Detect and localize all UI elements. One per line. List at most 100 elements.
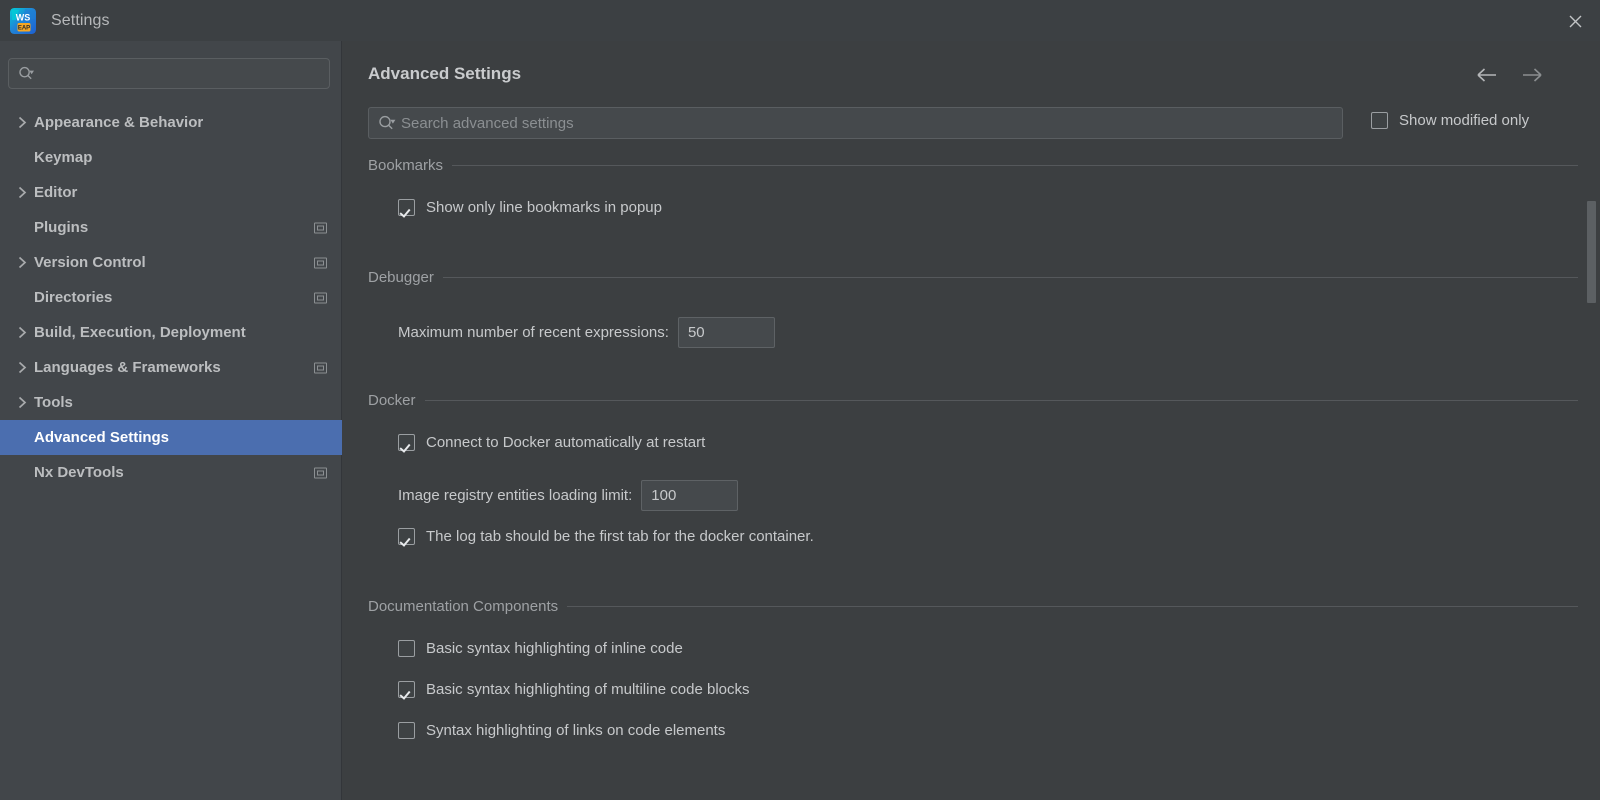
content-scrollbar-thumb[interactable] bbox=[1587, 201, 1596, 303]
non-project-settings-icon bbox=[314, 292, 327, 303]
content-scrollbar[interactable] bbox=[1587, 157, 1596, 800]
svg-text:EAP: EAP bbox=[18, 25, 30, 31]
navigation-arrows bbox=[1476, 64, 1543, 86]
setting-checkbox[interactable] bbox=[398, 199, 415, 216]
arrow-left-icon[interactable] bbox=[1476, 64, 1498, 86]
section-divider bbox=[424, 400, 1578, 401]
sidebar-item-label: Editor bbox=[34, 184, 78, 201]
sidebar-item-version-control[interactable]: Version Control bbox=[0, 245, 342, 280]
settings-section: Documentation Components Basic syntax hig… bbox=[343, 598, 1600, 739]
setting-label: Maximum number of recent expressions: bbox=[398, 324, 669, 341]
setting-checkbox-row[interactable]: Connect to Docker automatically at resta… bbox=[343, 434, 705, 451]
sidebar-item-languages-frameworks[interactable]: Languages & Frameworks bbox=[0, 350, 342, 385]
arrow-right-icon[interactable] bbox=[1521, 64, 1543, 86]
settings-tree: Appearance & Behavior Keymap Editor Plugins… bbox=[0, 105, 342, 490]
setting-label: The log tab should be the first tab for … bbox=[426, 528, 814, 545]
settings-content: Bookmarks Show only line bookmarks in pop… bbox=[343, 157, 1600, 800]
search-icon bbox=[18, 66, 35, 81]
setting-spinner-input[interactable] bbox=[642, 481, 738, 510]
setting-checkbox[interactable] bbox=[398, 681, 415, 698]
setting-checkbox-row[interactable]: Syntax highlighting of links on code ele… bbox=[343, 722, 725, 739]
setting-checkbox[interactable] bbox=[398, 640, 415, 657]
page-title: Advanced Settings bbox=[368, 64, 522, 83]
svg-text:WS: WS bbox=[16, 12, 31, 22]
chevron-right-icon[interactable] bbox=[10, 256, 34, 269]
section-header: Docker bbox=[343, 392, 1600, 409]
non-project-settings-icon bbox=[314, 222, 327, 233]
non-project-settings-icon bbox=[314, 467, 327, 478]
close-icon[interactable] bbox=[1562, 8, 1588, 34]
setting-checkbox-row[interactable]: Show only line bookmarks in popup bbox=[343, 199, 662, 216]
sidebar-item-nx-devtools[interactable]: Nx DevTools bbox=[0, 455, 342, 490]
setting-checkbox[interactable] bbox=[398, 434, 415, 451]
sidebar-item-keymap[interactable]: Keymap bbox=[0, 140, 342, 175]
sidebar-item-advanced-settings[interactable]: Advanced Settings bbox=[0, 420, 342, 455]
sidebar-item-tools[interactable]: Tools bbox=[0, 385, 342, 420]
setting-spinner[interactable] bbox=[677, 317, 775, 348]
chevron-right-icon[interactable] bbox=[10, 361, 34, 374]
section-header: Bookmarks bbox=[343, 157, 1600, 174]
chevron-right-icon[interactable] bbox=[10, 186, 34, 199]
main-panel: Advanced Settings Search advanced settin… bbox=[343, 41, 1600, 800]
sidebar-item-directories[interactable]: Directories bbox=[0, 280, 342, 315]
sidebar-item-label: Advanced Settings bbox=[34, 429, 170, 446]
advanced-search-input[interactable] bbox=[397, 108, 1342, 138]
section-divider bbox=[452, 165, 1578, 166]
chevron-right-icon[interactable] bbox=[10, 396, 34, 409]
settings-window: WS EAP Settings Appearance & Behavior Ke… bbox=[0, 0, 1600, 800]
section-divider bbox=[567, 606, 1578, 607]
chevron-right-icon[interactable] bbox=[10, 326, 34, 339]
sidebar-search-input[interactable] bbox=[35, 59, 329, 88]
advanced-search-field[interactable] bbox=[368, 107, 1343, 139]
sidebar-item-appearance-behavior[interactable]: Appearance & Behavior bbox=[0, 105, 342, 140]
section-title: Debugger bbox=[368, 269, 434, 286]
title-bar: WS EAP Settings bbox=[0, 0, 1600, 41]
sidebar-item-label: Build, Execution, Deployment bbox=[34, 324, 246, 341]
webstorm-eap-icon-svg: WS EAP bbox=[10, 7, 36, 34]
setting-checkbox-row[interactable]: Basic syntax highlighting of inline code bbox=[343, 640, 683, 657]
sidebar-search-field[interactable] bbox=[8, 58, 330, 89]
setting-label: Image registry entities loading limit: bbox=[398, 487, 633, 504]
setting-checkbox[interactable] bbox=[398, 528, 415, 545]
sidebar-item-label: Tools bbox=[34, 394, 73, 411]
setting-label: Basic syntax highlighting of inline code bbox=[426, 640, 683, 657]
setting-label: Basic syntax highlighting of multiline c… bbox=[426, 681, 750, 698]
sidebar-item-label: Nx DevTools bbox=[34, 464, 124, 481]
search-icon bbox=[378, 115, 397, 131]
settings-section: Debugger Maximum number of recent express… bbox=[343, 269, 1600, 348]
search-icon-svg bbox=[19, 66, 34, 80]
show-modified-only-toggle[interactable]: Show modified only bbox=[1371, 112, 1529, 129]
setting-label: Syntax highlighting of links on code ele… bbox=[426, 722, 726, 739]
setting-spinner-input[interactable] bbox=[678, 318, 774, 347]
section-title: Documentation Components bbox=[368, 598, 559, 615]
non-project-settings-icon bbox=[314, 257, 327, 268]
setting-checkbox-row[interactable]: The log tab should be the first tab for … bbox=[343, 528, 814, 545]
section-divider bbox=[442, 277, 1578, 278]
webstorm-eap-icon: WS EAP bbox=[10, 7, 36, 34]
setting-label: Connect to Docker automatically at resta… bbox=[426, 434, 706, 451]
close-icon-svg bbox=[1569, 15, 1581, 27]
sidebar-item-plugins[interactable]: Plugins bbox=[0, 210, 342, 245]
setting-field-row: Maximum number of recent expressions: bbox=[343, 317, 775, 348]
sidebar-item-label: Plugins bbox=[34, 219, 89, 236]
settings-section: Bookmarks Show only line bookmarks in pop… bbox=[343, 157, 1600, 216]
settings-section: Docker Connect to Docker automatically at… bbox=[343, 392, 1600, 545]
settings-sidebar: Appearance & Behavior Keymap Editor Plugins… bbox=[0, 41, 342, 800]
arrow-left-icon-svg bbox=[1477, 68, 1496, 82]
setting-spinner[interactable] bbox=[641, 480, 739, 511]
show-modified-only-checkbox[interactable] bbox=[1371, 112, 1388, 129]
sidebar-item-label: Appearance & Behavior bbox=[34, 114, 204, 131]
sidebar-item-label: Languages & Frameworks bbox=[34, 359, 221, 376]
sidebar-item-label: Directories bbox=[34, 289, 113, 306]
setting-label: Show only line bookmarks in popup bbox=[426, 199, 662, 216]
setting-checkbox-row[interactable]: Basic syntax highlighting of multiline c… bbox=[343, 681, 750, 698]
arrow-right-icon-svg bbox=[1523, 68, 1542, 82]
sidebar-item-editor[interactable]: Editor bbox=[0, 175, 342, 210]
setting-field-row: Image registry entities loading limit: bbox=[343, 480, 739, 511]
sidebar-item-label: Keymap bbox=[34, 149, 93, 166]
section-header: Debugger bbox=[343, 269, 1600, 286]
section-title: Bookmarks bbox=[368, 157, 444, 174]
sidebar-item-build-execution-deployment[interactable]: Build, Execution, Deployment bbox=[0, 315, 342, 350]
setting-checkbox[interactable] bbox=[398, 722, 415, 739]
chevron-right-icon[interactable] bbox=[10, 116, 34, 129]
